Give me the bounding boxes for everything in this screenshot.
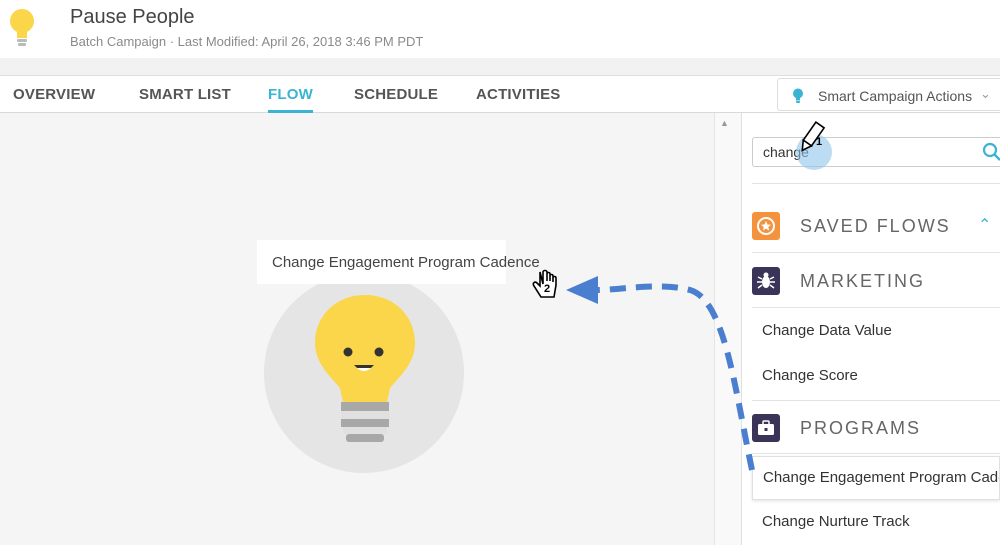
divider: [752, 183, 1000, 184]
briefcase-icon: [752, 414, 780, 442]
header-divider: [0, 58, 1000, 76]
dragged-flow-step-label[interactable]: Change Engagement Program Cadence: [257, 240, 540, 284]
chevron-down-icon: ⌄: [980, 86, 991, 101]
search-icon[interactable]: [982, 142, 1000, 162]
bug-icon: [752, 267, 780, 295]
section-saved-flows[interactable]: SAVED FLOWS ⌃: [752, 199, 1000, 253]
tab-smart-list[interactable]: SMART LIST: [139, 86, 231, 103]
lightbulb-icon: [10, 9, 34, 46]
tab-overview[interactable]: OVERVIEW: [13, 86, 95, 103]
saved-flows-icon: [752, 212, 780, 240]
scroll-up-icon[interactable]: ▲: [720, 118, 729, 128]
flow-search-box: [752, 137, 1000, 167]
smart-campaign-actions-label: Smart Campaign Actions: [818, 88, 973, 104]
empty-state-lightbulb-icon: [315, 295, 415, 442]
page-title: Pause People: [70, 6, 195, 28]
lightbulb-icon: [793, 88, 803, 103]
section-marketing[interactable]: MARKETING: [752, 254, 1000, 308]
section-marketing-label: MARKETING: [800, 271, 926, 291]
campaign-header: Pause People Batch Campaign · Last Modif…: [0, 0, 1000, 58]
tab-activities[interactable]: ACTIVITIES: [476, 86, 561, 103]
page-subtitle: Batch Campaign · Last Modified: April 26…: [70, 34, 424, 49]
flow-item-change-engagement-program-cadence[interactable]: Change Engagement Program Cadence: [752, 456, 1000, 500]
chevron-up-icon[interactable]: ⌃: [978, 215, 991, 235]
flow-item-change-nurture-track[interactable]: Change Nurture Track: [752, 501, 1000, 545]
section-saved-flows-label: SAVED FLOWS: [800, 216, 951, 236]
tab-schedule[interactable]: SCHEDULE: [354, 86, 438, 103]
smart-campaign-actions-button[interactable]: Smart Campaign Actions ⌄: [777, 78, 1000, 111]
flow-item-change-data-value[interactable]: Change Data Value: [752, 310, 1000, 354]
section-programs-label: PROGRAMS: [800, 418, 922, 438]
canvas-scrollbar[interactable]: ▲: [714, 113, 742, 545]
section-programs[interactable]: PROGRAMS: [752, 400, 1000, 454]
flow-item-change-score[interactable]: Change Score: [752, 355, 1000, 399]
flow-steps-sidebar: SAVED FLOWS ⌃ MARKETING Change Data Valu…: [742, 113, 1000, 545]
flow-search-input[interactable]: [763, 144, 963, 160]
tab-flow[interactable]: FLOW: [268, 86, 313, 113]
